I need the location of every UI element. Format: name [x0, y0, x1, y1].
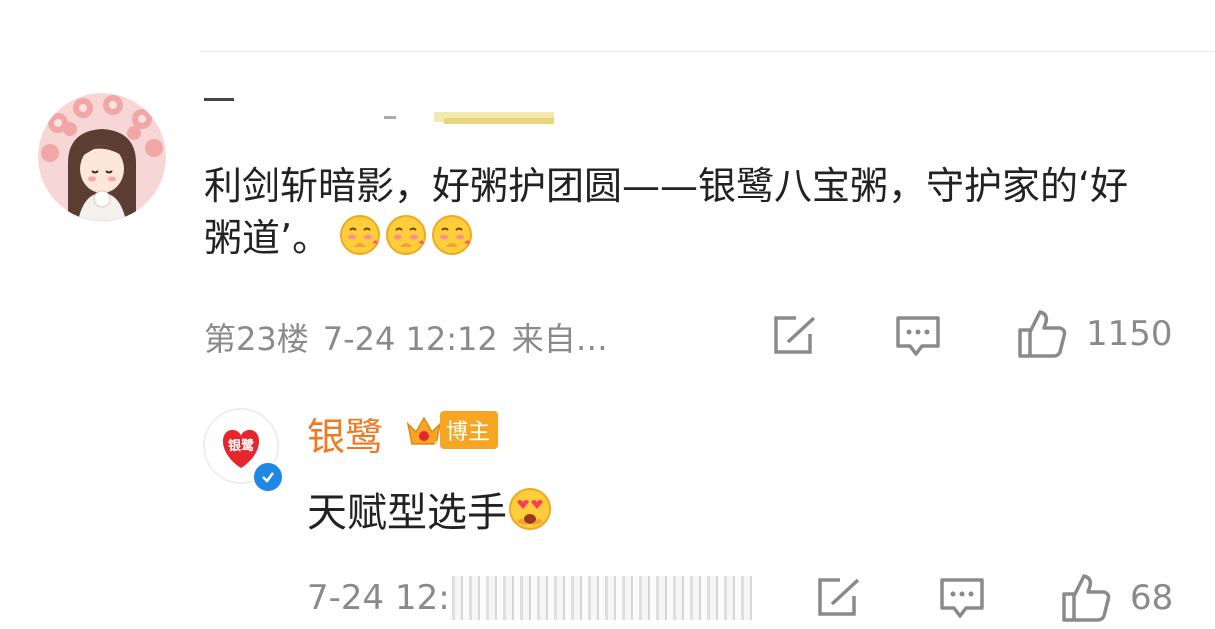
comment-divider — [200, 51, 1215, 52]
share-button[interactable] — [770, 314, 818, 358]
heart-eyes-emoji — [509, 488, 551, 530]
reply-button[interactable] — [894, 314, 942, 358]
comment-emojis — [338, 213, 474, 257]
comment-source[interactable]: 来自… — [512, 320, 608, 358]
reply-body: 天赋型选手 — [307, 480, 553, 538]
like-count: 1150 — [1086, 314, 1173, 354]
blushing-face-emoji — [340, 215, 381, 255]
reply-text: 天赋型选手 — [307, 490, 507, 536]
reply-share-button[interactable] — [814, 576, 862, 620]
blogger-badge: 6 博主 — [404, 410, 499, 450]
weibo-comment-page: 利剑斩暗影，好粥护团圆——银鹭八宝粥，守护家的‘好粥道’。 第23楼 7-24 1… — [0, 0, 1215, 629]
thumbs-up-icon — [1018, 310, 1067, 358]
commenter-avatar[interactable] — [38, 93, 166, 221]
blogger-badge-label: 博主 — [440, 411, 499, 449]
redacted-source-mask — [452, 576, 752, 620]
verified-badge-icon — [251, 460, 285, 494]
comment-meta: 第23楼 7-24 12:12 来自… — [204, 314, 622, 360]
svg-text:银鹭: 银鹭 — [228, 438, 255, 454]
reply-author-name[interactable]: 银鹭 — [307, 406, 383, 461]
comment-icon — [896, 316, 940, 356]
commenter-name-masked[interactable] — [204, 92, 564, 132]
share-icon — [818, 578, 860, 616]
reply-like-button[interactable]: 68 — [1060, 572, 1173, 624]
blushing-face-emoji — [432, 215, 473, 255]
reply-time: 7-24 12: — [307, 578, 450, 618]
like-button[interactable]: 1150 — [1016, 308, 1173, 360]
thumbs-up-icon — [1062, 574, 1111, 622]
share-icon — [774, 316, 816, 354]
comment-body: 利剑斩暗影，好粥护团圆——银鹭八宝粥，守护家的‘好粥道’。 — [204, 160, 1164, 264]
reply-comment-button[interactable] — [938, 576, 986, 620]
comment-time: 7-24 12:12 — [322, 320, 498, 358]
crown-icon: 6 — [406, 416, 442, 450]
floor-number: 第23楼 — [204, 320, 309, 358]
blushing-face-emoji — [386, 215, 427, 255]
reply-like-count: 68 — [1130, 578, 1174, 618]
comment-icon — [940, 578, 984, 618]
